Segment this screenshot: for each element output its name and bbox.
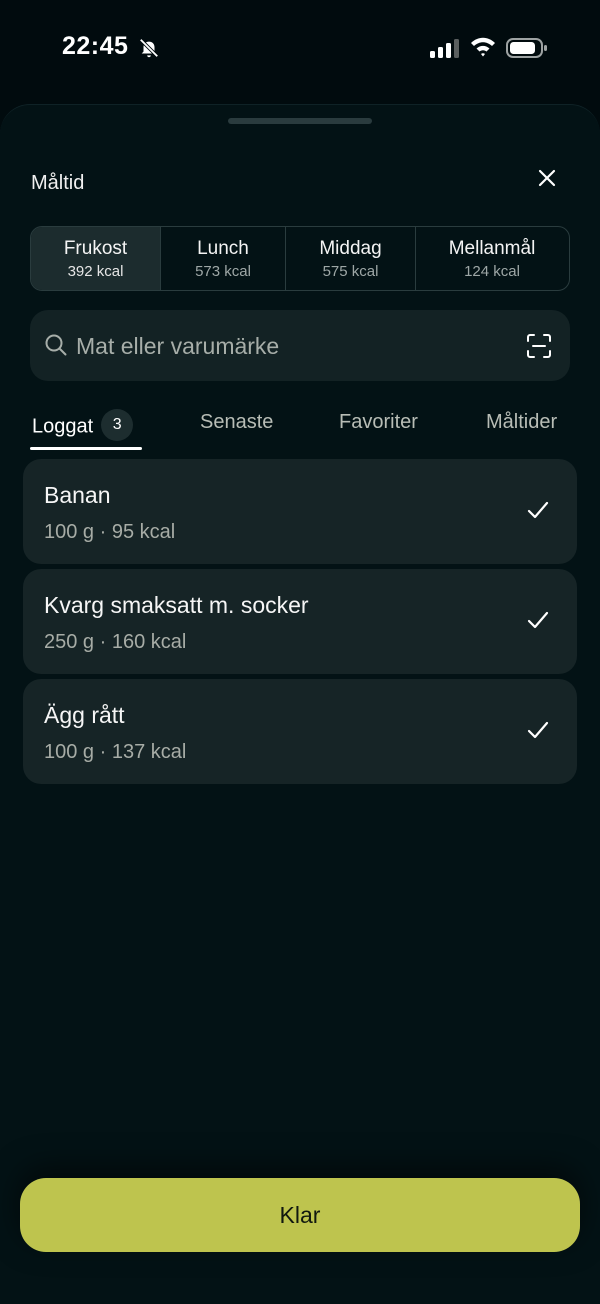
close-button[interactable] — [532, 163, 562, 193]
checkmark-icon[interactable] — [526, 609, 550, 631]
meal-kcal: 124 kcal — [464, 262, 520, 280]
search-bar — [30, 310, 570, 381]
logged-food-list: Banan 100 g · 95 kcal Kvarg smaksatt m. … — [23, 459, 577, 789]
meal-kcal: 575 kcal — [322, 262, 379, 280]
meal-name: Middag — [319, 237, 382, 259]
status-bar: 22:45 — [0, 0, 600, 100]
food-name: Banan — [44, 482, 111, 508]
search-icon — [45, 334, 67, 356]
meal-option-middag[interactable]: Middag 575 kcal — [286, 227, 416, 290]
tab-logged-label: Loggat — [32, 415, 94, 438]
bell-muted-icon — [139, 38, 159, 58]
logged-count-badge: 3 — [101, 409, 134, 441]
meal-name: Frukost — [63, 237, 128, 259]
meal-option-lunch[interactable]: Lunch 573 kcal — [161, 227, 286, 290]
barcode-scan-icon[interactable] — [526, 333, 552, 359]
active-tab-indicator — [30, 447, 142, 450]
food-item[interactable]: Ägg rått 100 g · 137 kcal — [23, 679, 577, 784]
tab-logged[interactable]: Loggat 3 — [32, 409, 134, 443]
meal-kcal: 573 kcal — [195, 262, 251, 280]
food-name: Kvarg smaksatt m. socker — [44, 592, 309, 618]
sheet-grabber[interactable] — [228, 118, 372, 124]
meal-option-mellanmal[interactable]: Mellanmål 124 kcal — [416, 227, 568, 290]
checkmark-icon[interactable] — [526, 499, 550, 521]
screen: 22:45 Måltid Frukost 392 kcal Lunch 573 … — [0, 0, 600, 1304]
meal-sheet: Måltid Frukost 392 kcal Lunch 573 kcal M… — [0, 104, 600, 1304]
food-amount-kcal: 100 g · 137 kcal — [44, 741, 187, 763]
checkmark-icon[interactable] — [526, 719, 550, 741]
wifi-icon — [471, 37, 495, 57]
close-icon — [538, 169, 556, 187]
food-item[interactable]: Banan 100 g · 95 kcal — [23, 459, 577, 564]
status-time: 22:45 — [62, 32, 129, 60]
done-button[interactable]: Klar — [20, 1178, 580, 1252]
meal-kcal: 392 kcal — [67, 262, 124, 280]
food-amount-kcal: 100 g · 95 kcal — [44, 521, 176, 543]
tab-recent[interactable]: Senaste — [200, 411, 273, 434]
list-tabs: Loggat 3 Senaste Favoriter Måltider — [0, 405, 600, 453]
meal-name: Lunch — [197, 237, 249, 259]
cellular-signal-icon — [430, 39, 459, 58]
sheet-title: Måltid — [31, 172, 85, 194]
battery-icon — [506, 38, 547, 58]
meal-selector: Frukost 392 kcal Lunch 573 kcal Middag 5… — [30, 226, 570, 291]
food-name: Ägg rått — [44, 702, 125, 728]
search-input[interactable] — [76, 328, 496, 364]
tab-favorites[interactable]: Favoriter — [339, 411, 418, 434]
food-item[interactable]: Kvarg smaksatt m. socker 250 g · 160 kca… — [23, 569, 577, 674]
meal-name: Mellanmål — [448, 237, 536, 259]
food-amount-kcal: 250 g · 160 kcal — [44, 631, 187, 653]
tab-meals[interactable]: Måltider — [486, 411, 557, 434]
meal-option-frukost[interactable]: Frukost 392 kcal — [31, 227, 161, 290]
